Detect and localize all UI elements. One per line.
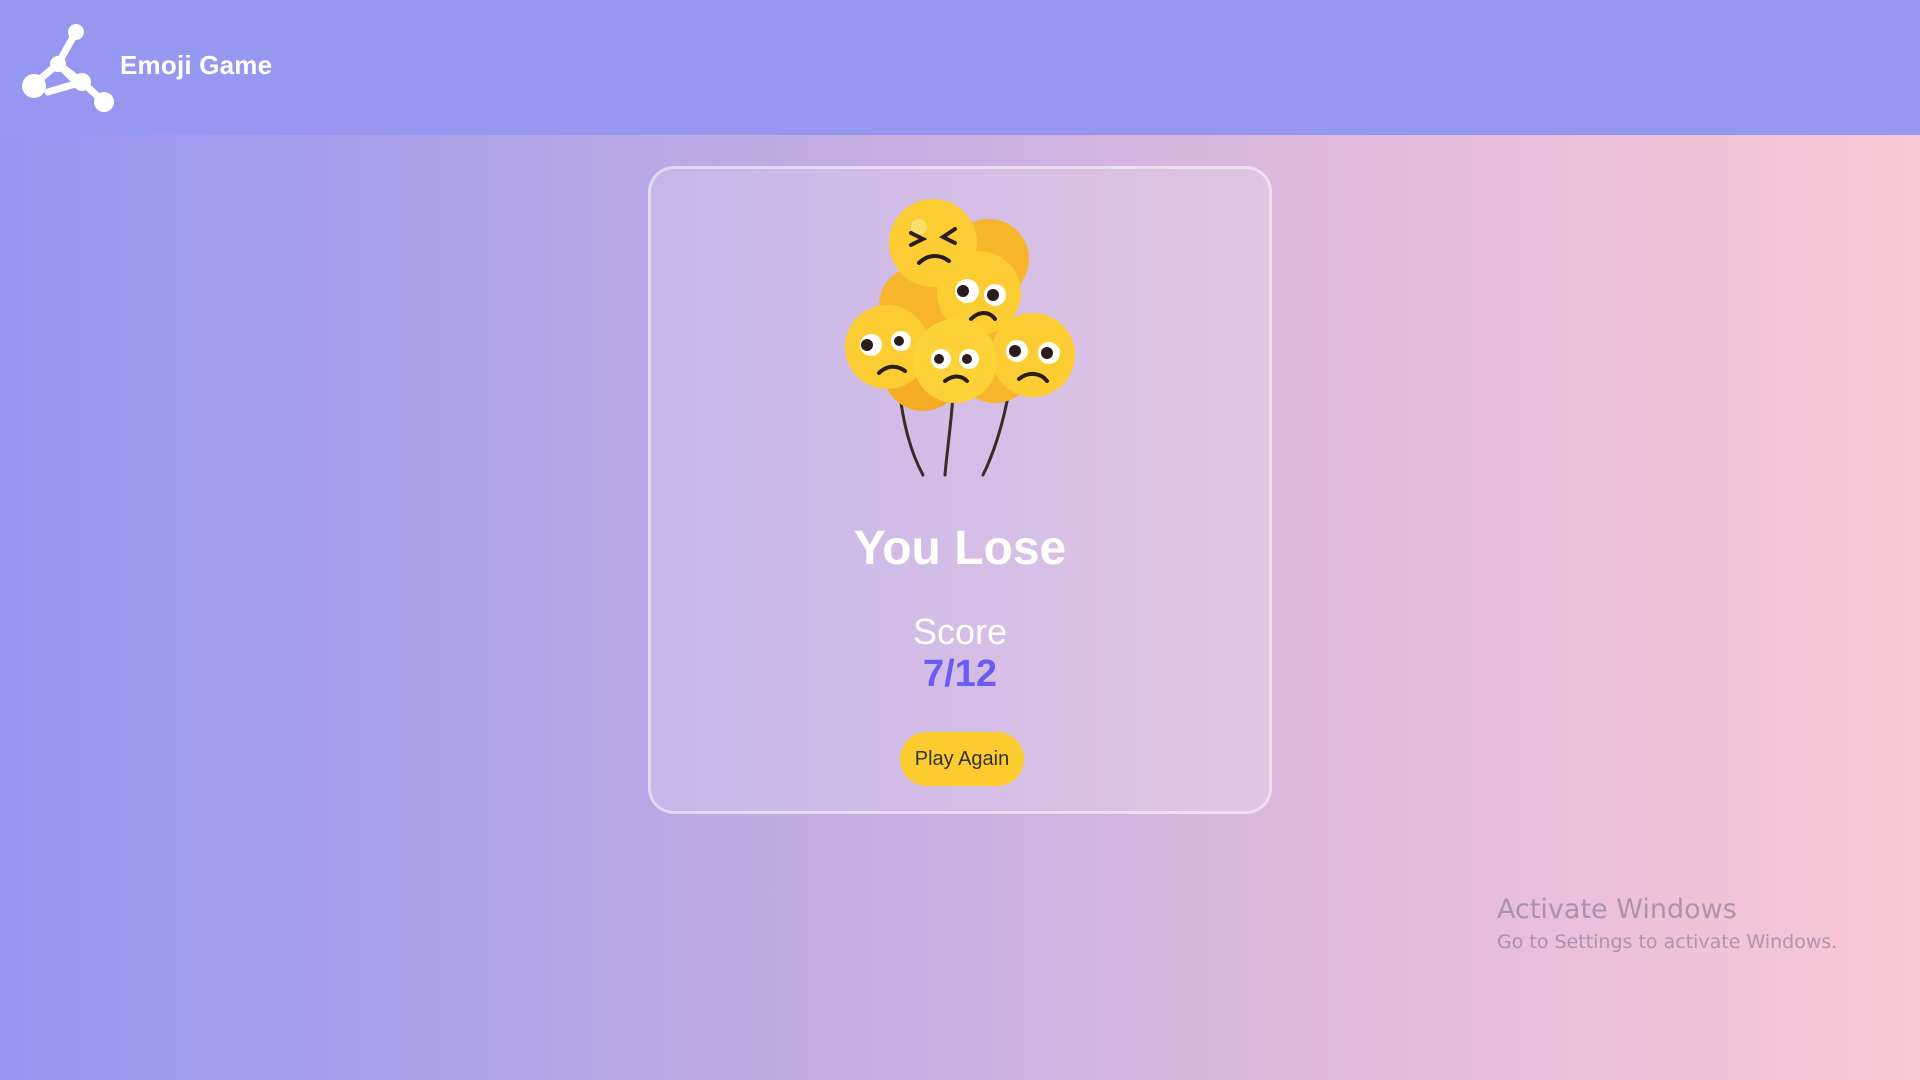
play-again-button[interactable]: Play Again bbox=[900, 732, 1024, 786]
result-card: You Lose Score 7/12 Play Again bbox=[648, 166, 1272, 814]
score-label: Score bbox=[912, 611, 1008, 652]
watermark-title: Activate Windows bbox=[1497, 894, 1737, 925]
navbar: Emoji Game bbox=[0, 0, 1920, 135]
activate-windows-watermark: Activate Windows Go to Settings to activ… bbox=[1497, 894, 1837, 953]
sad-emoji-balloons-icon bbox=[845, 195, 1085, 495]
molecule-logo-icon bbox=[18, 22, 116, 114]
score-value: 7/12 bbox=[923, 653, 997, 695]
result-title: You Lose bbox=[853, 522, 1067, 575]
app-title: Emoji Game bbox=[120, 50, 273, 80]
watermark-subtitle: Go to Settings to activate Windows. bbox=[1497, 931, 1838, 953]
